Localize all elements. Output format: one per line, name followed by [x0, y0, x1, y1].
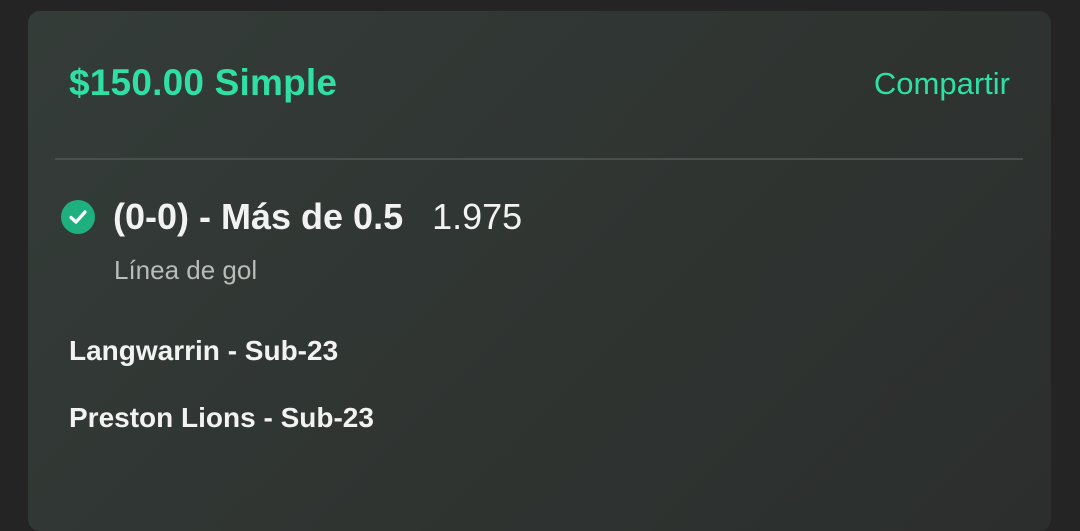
check-circle-icon	[61, 200, 95, 234]
bet-header: $150.00 Simple Compartir	[28, 11, 1051, 159]
selection-odds: 1.975	[432, 196, 523, 237]
selection-row: (0-0) - Más de 0.5 1.975	[61, 196, 522, 238]
selection-name: (0-0) - Más de 0.5	[113, 196, 404, 237]
bet-card: $150.00 Simple Compartir (0-0) - Más de …	[28, 11, 1051, 531]
divider	[55, 158, 1023, 160]
share-button[interactable]: Compartir	[874, 66, 1010, 102]
market-label: Línea de gol	[114, 255, 258, 285]
stake-title: $150.00 Simple	[69, 62, 338, 103]
away-team: Preston Lions - Sub-23	[69, 402, 374, 433]
home-team: Langwarrin - Sub-23	[69, 335, 339, 366]
